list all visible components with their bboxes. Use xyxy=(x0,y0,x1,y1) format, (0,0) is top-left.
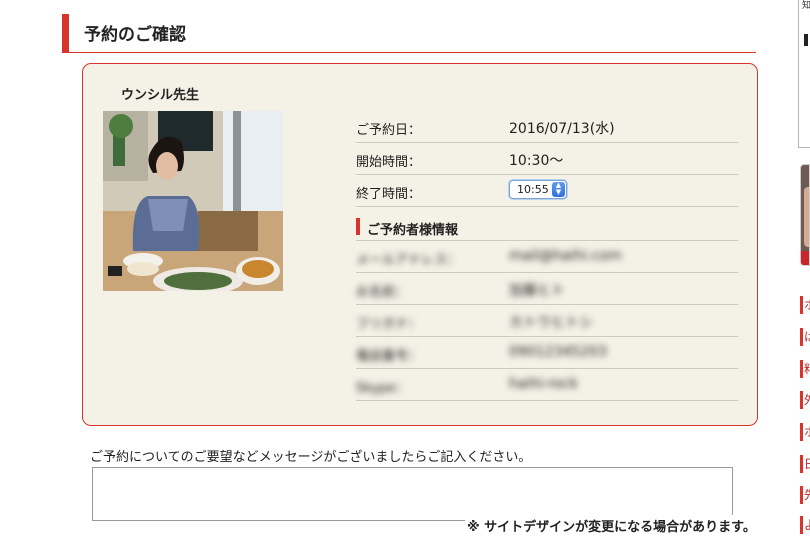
booker-furigana-label: フリガナ： xyxy=(356,317,422,332)
reservation-date-row: ご予約日： 2016/07/13(水) xyxy=(356,111,738,143)
reservation-date-value: 2016/07/13(水) xyxy=(509,121,615,137)
sidebar-link-3[interactable]: 料 xyxy=(800,360,810,378)
sidebar-box-mark xyxy=(804,34,808,46)
booker-phone-row: 電話番号： 09012345203 xyxy=(356,337,738,369)
sidebar-teacher-photo[interactable] xyxy=(800,164,810,266)
booker-heading-accent-bar xyxy=(356,218,360,235)
sidebar-link-5[interactable]: ホ xyxy=(800,423,810,441)
booker-skype-value: haihi-rock xyxy=(509,376,578,392)
booker-info-heading: ご予約者様情報 xyxy=(356,207,738,241)
page-title: 予約のご確認 xyxy=(84,25,186,45)
start-time-label: 開始時間： xyxy=(356,155,422,170)
sidebar-link-6[interactable]: 日 xyxy=(800,455,810,473)
design-change-notice: ※ サイトデザインが変更になる場合があります。 xyxy=(465,515,758,536)
booker-furigana-row: フリガナ： カトウヒトシ xyxy=(356,305,738,337)
booker-email-label: メールアドレス： xyxy=(356,253,461,268)
booker-email-value: mail@haihi.com xyxy=(509,248,622,264)
booker-heading-text: ご予約者様情報 xyxy=(367,223,459,238)
updown-arrows-icon: ▲ ▼ xyxy=(552,182,565,197)
right-sidebar: 知 ホ は 料 外 ホ 日 先 よ xyxy=(797,0,810,540)
page-title-accent-bar xyxy=(62,14,69,52)
start-time-value: 10:30〜 xyxy=(509,153,564,169)
start-time-row: 開始時間： 10:30〜 xyxy=(356,143,738,175)
end-time-row: 終了時間： 10:55 ▲ ▼ xyxy=(356,175,738,207)
teacher-photo xyxy=(103,111,283,291)
sidebar-link-7[interactable]: 先 xyxy=(800,486,810,504)
sidebar-photo-face xyxy=(804,187,809,247)
booker-phone-value: 09012345203 xyxy=(509,344,607,360)
sidebar-link-8[interactable]: よ xyxy=(800,516,810,534)
end-time-select[interactable]: 10:55 ▲ ▼ xyxy=(509,180,567,199)
sidebar-info-box: 知 xyxy=(798,0,810,148)
booker-phone-label: 電話番号： xyxy=(356,349,422,364)
message-label: ご予約についてのご要望などメッセージがございましたらご記入ください。 xyxy=(90,450,532,465)
booker-skype-row: Skype： haihi-rock xyxy=(356,369,738,401)
booker-name-label: お名前： xyxy=(356,285,409,300)
sidebar-photo-band xyxy=(801,251,809,265)
booker-email-row: メールアドレス： mail@haihi.com xyxy=(356,241,738,273)
sidebar-link-1[interactable]: ホ xyxy=(800,296,810,314)
sidebar-box-text: 知 xyxy=(802,0,810,11)
sidebar-link-2[interactable]: は xyxy=(800,328,810,346)
booker-name-row: お名前： 加藤ヒト xyxy=(356,273,738,305)
page-title-section: 予約のご確認 xyxy=(62,14,756,53)
teacher-name: ウンシル先生 xyxy=(121,88,200,103)
sidebar-link-4[interactable]: 外 xyxy=(800,391,810,409)
reservation-info: ご予約日： 2016/07/13(水) 開始時間： 10:30〜 終了時間： 1… xyxy=(356,111,738,401)
message-textarea[interactable] xyxy=(92,467,733,521)
end-time-label: 終了時間： xyxy=(356,187,422,202)
booker-name-value: 加藤ヒト xyxy=(509,283,565,299)
booker-skype-label: Skype： xyxy=(356,381,409,396)
booker-furigana-value: カトウヒトシ xyxy=(509,315,593,331)
reservation-date-label: ご予約日： xyxy=(356,123,422,138)
end-time-selected-value: 10:55 xyxy=(517,183,549,196)
reservation-card: ウンシル先生 ご予約日： 2016/07/13(水) 開始時間： 10:30〜 … xyxy=(82,63,758,426)
